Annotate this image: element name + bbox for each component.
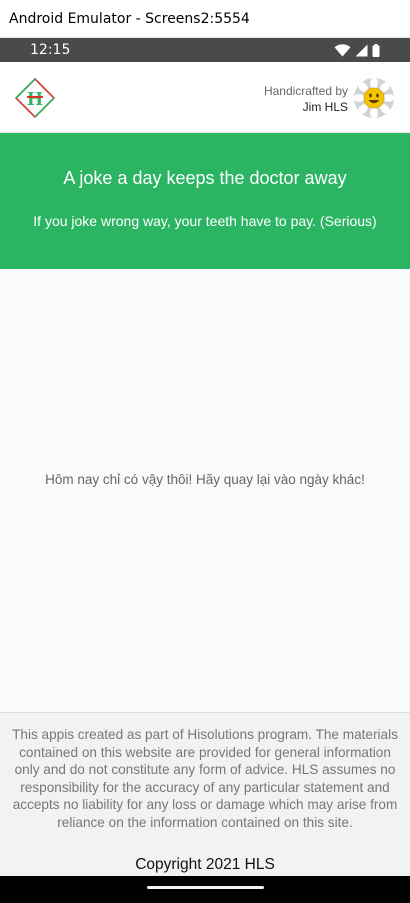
status-bar: 12:15 (0, 38, 410, 62)
hero-banner: A joke a day keeps the doctor away If yo… (0, 133, 410, 269)
credit-label: Handicrafted by (263, 84, 348, 98)
device-screen: 12:15 H Handicrafted by Jim HLS A joke a… (0, 38, 410, 903)
avatar[interactable] (354, 78, 394, 118)
system-nav-bar (0, 876, 410, 903)
wifi-icon (334, 43, 351, 56)
status-time: 12:15 (30, 42, 71, 58)
app-header: H Handicrafted by Jim HLS (0, 62, 410, 133)
footer-copyright: Copyright 2021 HLS (135, 856, 275, 873)
author-credit: Handicrafted by Jim HLS (264, 84, 348, 115)
footer-disclaimer: This appis created as part of Hisolution… (12, 727, 398, 830)
daisy-smiley-icon (354, 78, 394, 118)
battery-icon (372, 43, 380, 57)
cell-signal-icon (355, 44, 368, 56)
hero-title: A joke a day keeps the doctor away (63, 168, 347, 188)
footer: This appis created as part of Hisolution… (0, 712, 410, 876)
author-name: Jim HLS (302, 100, 348, 114)
window-title: Android Emulator - Screens2:5554 (9, 10, 250, 27)
hero-subtitle: If you joke wrong way, your teeth have t… (33, 213, 377, 229)
window-titlebar: Android Emulator - Screens2:5554 (0, 0, 410, 38)
empty-state-message: Hôm nay chỉ có vậy thôi! Hãy quay lại và… (45, 472, 365, 487)
app-screen: H Handicrafted by Jim HLS A joke a day k… (0, 62, 410, 876)
logo-letter: H (27, 88, 43, 110)
home-gesture-handle[interactable] (147, 886, 264, 889)
hls-logo-icon[interactable]: H (14, 77, 56, 119)
status-icons (334, 43, 380, 57)
